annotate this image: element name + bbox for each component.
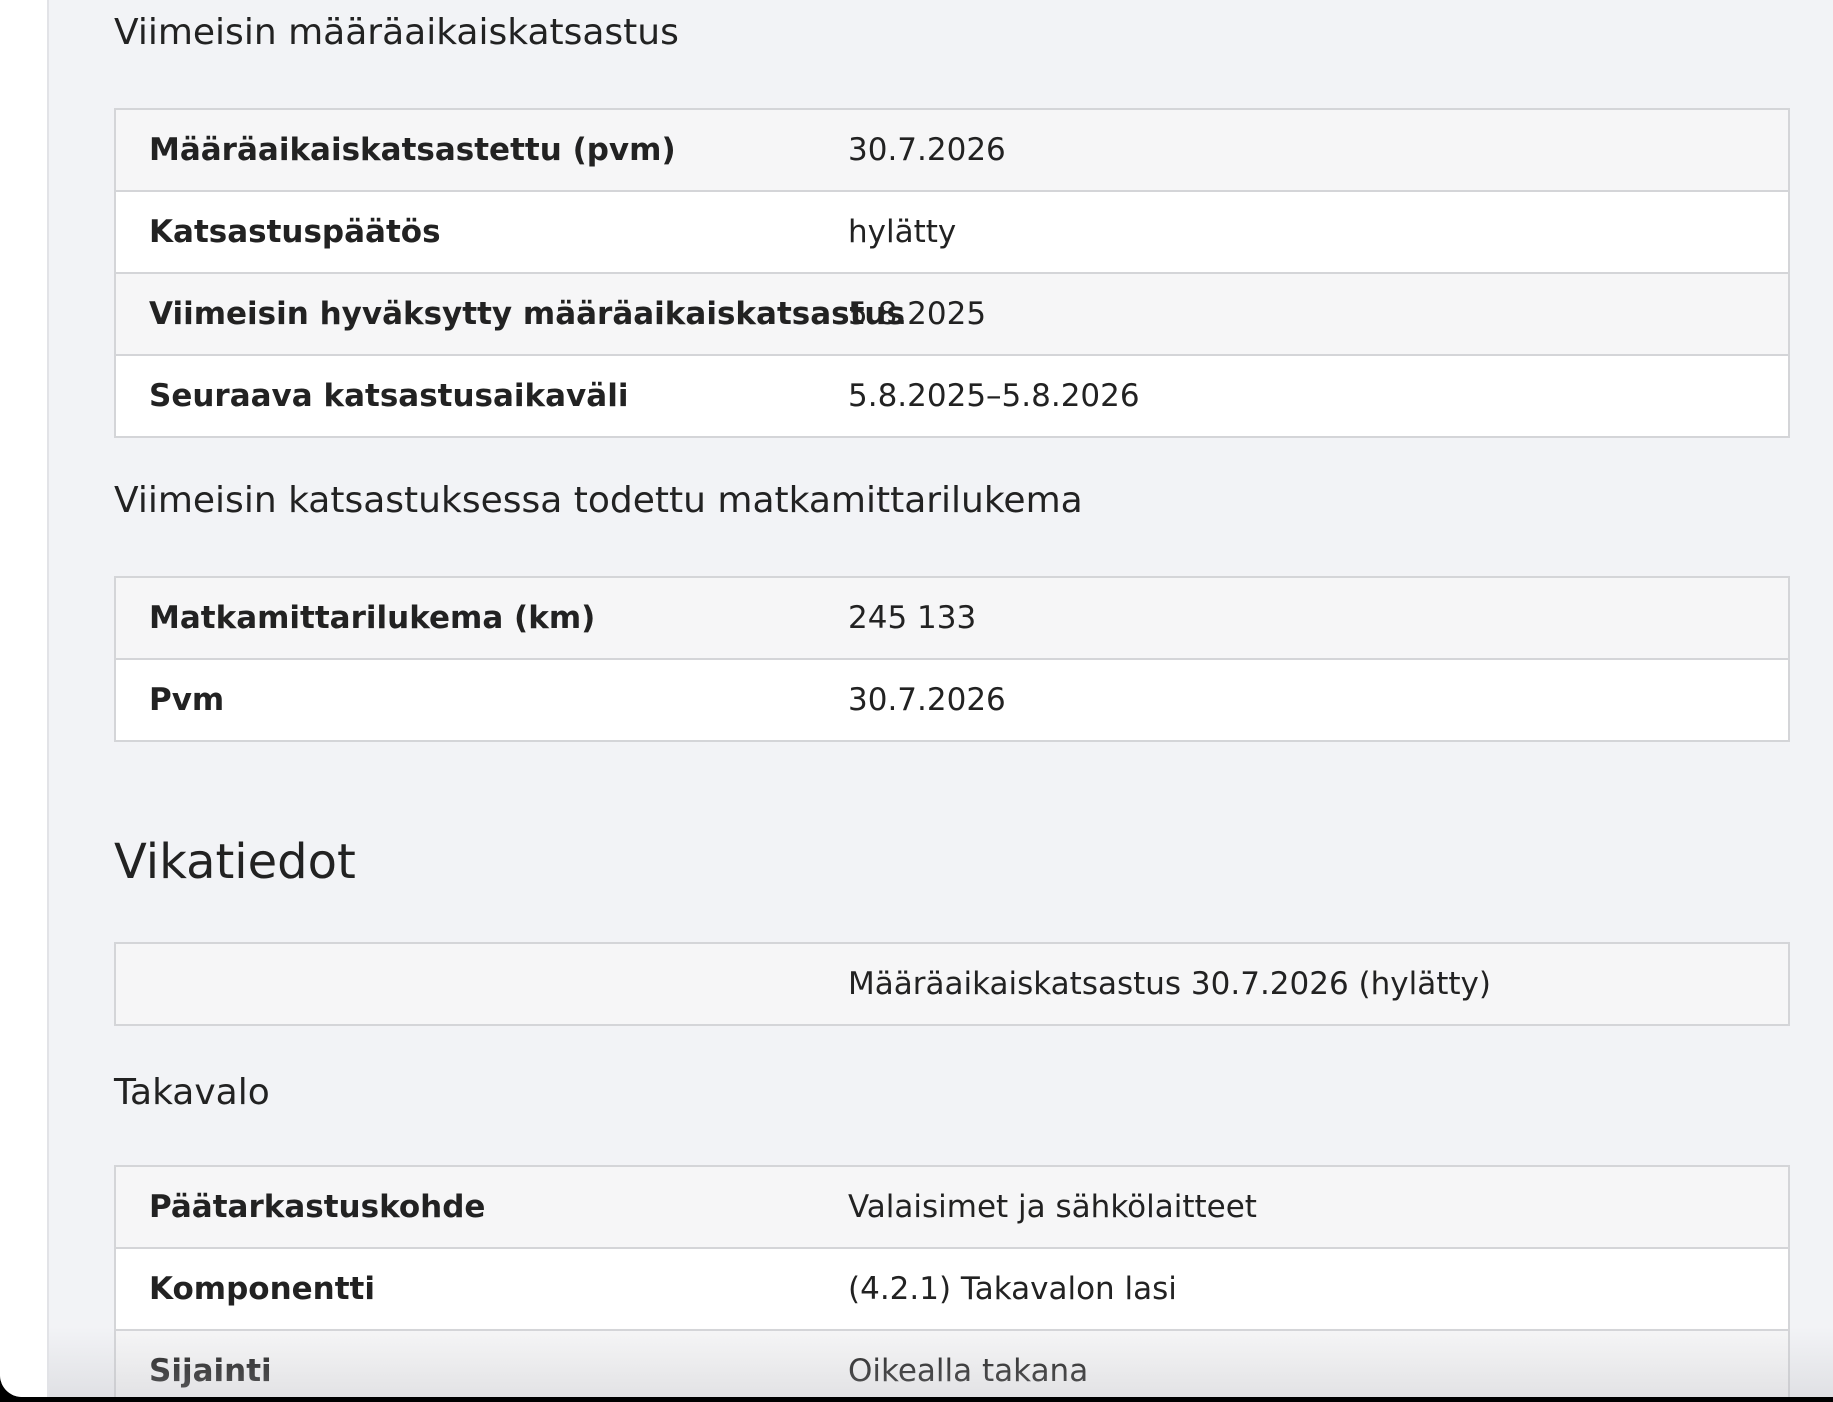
table-row: Määräaikaiskatsastettu (pvm) 30.7.2026 — [116, 110, 1788, 190]
main-content: Viimeisin määräaikaiskatsastus Määräaika… — [49, 0, 1833, 1397]
table-row: Komponentti (4.2.1) Takavalon lasi — [116, 1247, 1788, 1329]
row-label: Katsastuspäätös — [149, 214, 441, 250]
row-value: hylätty — [848, 214, 957, 250]
inspection-table: Määräaikaiskatsastettu (pvm) 30.7.2026 K… — [114, 108, 1790, 438]
row-label: Matkamittarilukema (km) — [149, 600, 596, 636]
table-row: Matkamittarilukema (km) 245 133 — [116, 578, 1788, 658]
table-row: Sijainti Oikealla takana — [116, 1329, 1788, 1397]
fault-item-title: Takavalo — [114, 1072, 270, 1113]
odometer-table: Matkamittarilukema (km) 245 133 Pvm 30.7… — [114, 576, 1790, 742]
inspection-section-title: Viimeisin määräaikaiskatsastus — [114, 12, 679, 53]
row-value: Määräaikaiskatsastus 30.7.2026 (hylätty) — [848, 966, 1491, 1002]
table-row: Päätarkastuskohde Valaisimet ja sähkölai… — [116, 1167, 1788, 1247]
row-label: Sijainti — [149, 1353, 272, 1389]
table-row: Määräaikaiskatsastus 30.7.2026 (hylätty) — [116, 944, 1788, 1024]
row-value: 30.7.2026 — [848, 682, 1006, 718]
row-value: 245 133 — [848, 600, 977, 636]
row-value: (4.2.1) Takavalon lasi — [848, 1271, 1177, 1307]
row-label: Päätarkastuskohde — [149, 1189, 486, 1225]
row-label: Viimeisin hyväksytty määräaikaiskatsastu… — [149, 296, 905, 332]
row-label: Seuraava katsastusaikaväli — [149, 378, 629, 414]
row-value: Oikealla takana — [848, 1353, 1089, 1389]
table-row: Viimeisin hyväksytty määräaikaiskatsastu… — [116, 272, 1788, 354]
row-value: 5.8.2025–5.8.2026 — [848, 378, 1140, 414]
fault-item-table: Päätarkastuskohde Valaisimet ja sähkölai… — [114, 1165, 1790, 1397]
table-row: Pvm 30.7.2026 — [116, 658, 1788, 740]
row-label: Määräaikaiskatsastettu (pvm) — [149, 132, 676, 168]
row-value: 5.8.2025 — [848, 296, 987, 332]
faults-section-title: Vikatiedot — [114, 834, 356, 890]
row-value: Valaisimet ja sähkölaitteet — [848, 1189, 1257, 1225]
row-value: 30.7.2026 — [848, 132, 1006, 168]
row-label: Pvm — [149, 682, 225, 718]
window-frame: Viimeisin määräaikaiskatsastus Määräaika… — [0, 0, 1833, 1397]
faults-summary-table: Määräaikaiskatsastus 30.7.2026 (hylätty) — [114, 942, 1790, 1026]
odometer-section-title: Viimeisin katsastuksessa todettu matkami… — [114, 480, 1083, 521]
left-sidebar-strip — [0, 0, 49, 1397]
table-row: Seuraava katsastusaikaväli 5.8.2025–5.8.… — [116, 354, 1788, 436]
table-row: Katsastuspäätös hylätty — [116, 190, 1788, 272]
row-label: Komponentti — [149, 1271, 375, 1307]
